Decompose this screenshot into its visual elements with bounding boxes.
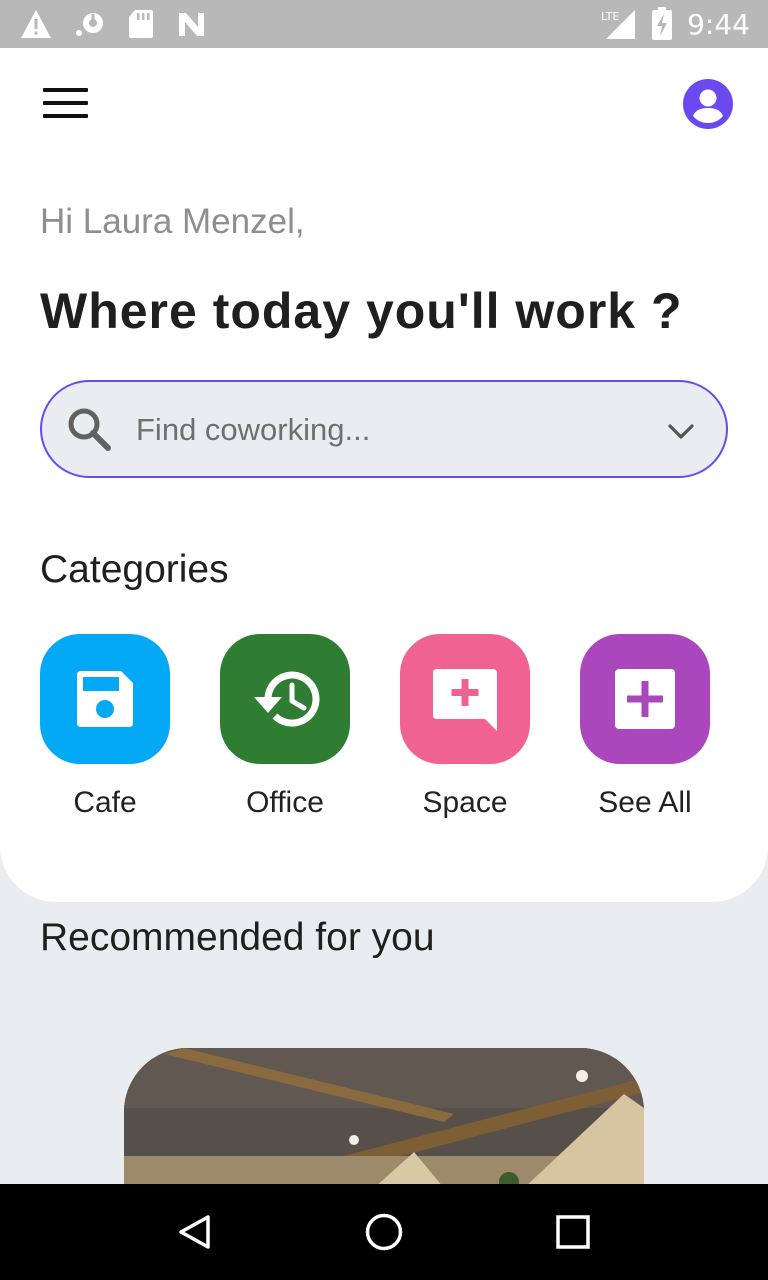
svg-text:LTE: LTE: [601, 10, 619, 23]
back-triangle-icon: [178, 1215, 210, 1249]
save-icon: [77, 671, 133, 727]
warning-icon: [21, 10, 51, 38]
category-label: Office: [246, 786, 324, 819]
status-time: 9:44: [687, 7, 750, 41]
battery-charging-icon: [652, 7, 673, 40]
status-bar: LTE 9:44: [0, 0, 768, 48]
history-icon: [254, 671, 320, 727]
account-circle-icon: [683, 79, 733, 129]
status-right-icons: LTE 9:44: [599, 7, 750, 41]
category-see-all[interactable]: See All: [580, 634, 710, 820]
category-label: Space: [422, 786, 508, 819]
add-comment-icon: [433, 669, 497, 731]
system-nav-bar: [0, 1184, 768, 1280]
recommended-card[interactable]: [124, 1048, 644, 1188]
hamburger-icon-line: [43, 88, 88, 92]
recents-square-icon: [556, 1215, 591, 1249]
main-card: Hi Laura Menzel, Where today you'll work…: [0, 48, 768, 902]
category-office[interactable]: Office: [220, 634, 350, 820]
category-label: See All: [598, 786, 692, 819]
greeting-text: Hi Laura Menzel,: [40, 202, 305, 241]
coworking-photo: [124, 1048, 644, 1188]
menu-button[interactable]: [40, 88, 90, 122]
category-label: Cafe: [73, 786, 137, 819]
lte-signal-icon: LTE: [601, 10, 636, 39]
search-icon: [68, 408, 111, 451]
chevron-down-icon: [668, 424, 694, 439]
category-tile[interactable]: [220, 634, 350, 764]
category-space[interactable]: Space: [400, 634, 530, 820]
search-input[interactable]: [136, 402, 636, 458]
n-icon: [179, 13, 204, 36]
recommended-heading: Recommended for you: [40, 916, 435, 959]
back-button[interactable]: [171, 1208, 219, 1256]
hamburger-icon-line: [43, 114, 88, 118]
sd-card-icon: [129, 10, 153, 38]
chevron-down-button[interactable]: [660, 410, 702, 452]
category-tile[interactable]: [580, 634, 710, 764]
page-title: Where today you'll work ?: [40, 283, 683, 339]
sync-icon: [76, 13, 103, 36]
category-tile[interactable]: [400, 634, 530, 764]
home-circle-icon: [365, 1213, 403, 1251]
category-tile[interactable]: [40, 634, 170, 764]
search-bar: [40, 380, 728, 478]
status-left-icons: [20, 9, 206, 39]
categories-heading: Categories: [40, 548, 229, 591]
add-box-icon: [615, 669, 675, 729]
profile-button[interactable]: [682, 78, 734, 130]
hamburger-icon-line: [43, 101, 88, 105]
category-cafe[interactable]: Cafe: [40, 634, 170, 820]
home-button[interactable]: [360, 1208, 408, 1256]
recents-button[interactable]: [549, 1208, 597, 1256]
